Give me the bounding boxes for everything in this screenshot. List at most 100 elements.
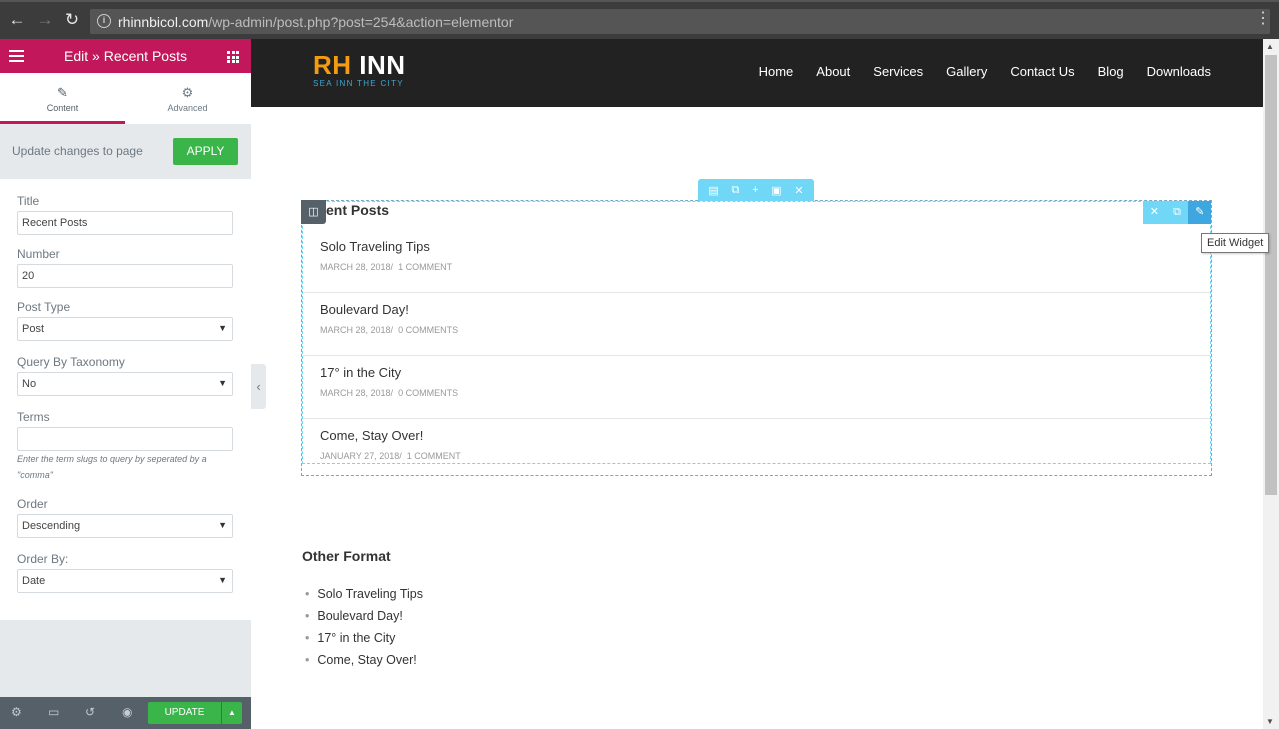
section-structure-icon[interactable]: ▤ — [708, 184, 718, 197]
order-select[interactable]: Descending — [17, 514, 233, 538]
number-input[interactable]: 20 — [17, 264, 233, 288]
gear-icon: ⚙ — [181, 85, 194, 100]
post-meta: January 27, 2018/ 1 Comment — [320, 451, 461, 461]
post-date: March 28, 2018 — [320, 388, 391, 398]
apply-button[interactable]: APPLY — [173, 138, 238, 165]
logo-inn: INN — [359, 50, 406, 80]
widget-remove-icon[interactable]: ✕ — [1143, 201, 1166, 224]
elementor-panel: Edit » Recent Posts ✎ Content ⚙ Advanced… — [0, 39, 251, 729]
responsive-desktop-icon[interactable]: ▭ — [48, 705, 59, 719]
panel-header: Edit » Recent Posts — [0, 39, 251, 73]
widget-edit-pencil-icon[interactable]: ✎ — [1188, 201, 1212, 224]
settings-gear-icon[interactable]: ⚙ — [11, 705, 22, 719]
list-item: 17° in the City March 28, 2018/ 0 Commen… — [303, 356, 1210, 419]
browser-menu-icon[interactable]: ⋮ — [1255, 11, 1271, 27]
site-logo[interactable]: RH INN SEA INN THE CITY — [313, 51, 406, 88]
browser-toolbar: ← → ↻ i rhinnbicol.com/wp-admin/post.php… — [0, 0, 1279, 39]
post-comments-link[interactable]: 1 Comment — [398, 262, 452, 272]
taxonomy-label: Query By Taxonomy — [17, 355, 125, 369]
post-comments-link[interactable]: 1 Comment — [407, 451, 461, 461]
post-title-link[interactable]: Solo Traveling Tips — [320, 239, 430, 254]
section-close-icon[interactable]: ✕ — [794, 184, 803, 197]
url-path: /wp-admin/post.php?post=254&action=eleme… — [208, 14, 514, 30]
nav-home[interactable]: Home — [759, 64, 794, 79]
post-type-value: Post — [22, 323, 45, 335]
widget-heading: ent Posts — [326, 202, 390, 218]
update-button[interactable]: UPDATE — [148, 702, 221, 724]
url-text[interactable]: rhinnbicol.com/wp-admin/post.php?post=25… — [118, 14, 513, 30]
preview-eye-icon[interactable]: ◉ — [122, 705, 132, 719]
forward-arrow-icon[interactable]: → — [36, 11, 54, 29]
panel-tabs: ✎ Content ⚙ Advanced — [0, 73, 251, 124]
panel-footer: ⚙ ▭ ↺ ◉ UPDATE ▲ — [0, 697, 251, 729]
panel-title: Edit » Recent Posts — [64, 48, 187, 64]
order-by-label: Order By: — [17, 552, 69, 566]
collapse-panel-chevron-icon[interactable]: ‹ — [251, 364, 266, 409]
order-by-value: Date — [22, 575, 46, 587]
site-nav: Home About Services Gallery Contact Us B… — [759, 64, 1211, 79]
reload-icon[interactable]: ↻ — [63, 11, 81, 29]
other-format-item[interactable]: 17° in the City — [305, 630, 423, 652]
tab-advanced-label: Advanced — [167, 103, 208, 113]
logo-tagline: SEA INN THE CITY — [313, 79, 404, 88]
list-item: Boulevard Day! March 28, 2018/ 0 Comment… — [303, 293, 1210, 356]
order-value: Descending — [22, 520, 81, 532]
nav-contact-us[interactable]: Contact Us — [1010, 64, 1074, 79]
terms-label: Terms — [17, 410, 50, 424]
terms-help-text: Enter the term slugs to query by seperat… — [17, 454, 207, 480]
section-duplicate-icon[interactable]: ⧉ — [732, 184, 740, 197]
other-format-item[interactable]: Boulevard Day! — [305, 608, 423, 630]
back-arrow-icon[interactable]: ← — [8, 11, 26, 29]
apply-row: Update changes to page APPLY — [0, 124, 251, 179]
scroll-down-icon[interactable]: ▼ — [1266, 717, 1274, 726]
widgets-grid-icon[interactable] — [227, 51, 239, 63]
address-bar[interactable]: i rhinnbicol.com/wp-admin/post.php?post=… — [90, 9, 1270, 34]
post-title-link[interactable]: Boulevard Day! — [320, 302, 409, 317]
post-comments-link[interactable]: 0 Comments — [398, 388, 458, 398]
list-item: Solo Traveling Tips March 28, 2018/ 1 Co… — [303, 230, 1210, 293]
history-icon[interactable]: ↺ — [85, 705, 95, 719]
taxonomy-select[interactable]: No — [17, 372, 233, 396]
info-icon[interactable]: i — [97, 14, 111, 28]
post-comments-link[interactable]: 0 Comments — [398, 325, 458, 335]
post-date: March 28, 2018 — [320, 325, 391, 335]
title-label: Title — [17, 194, 40, 208]
post-type-select[interactable]: Post — [17, 317, 233, 341]
other-format-item[interactable]: Come, Stay Over! — [305, 652, 423, 674]
nav-blog[interactable]: Blog — [1098, 64, 1124, 79]
scroll-up-icon[interactable]: ▲ — [1266, 42, 1274, 51]
terms-input[interactable] — [17, 427, 233, 451]
number-label: Number — [17, 247, 60, 261]
post-date: January 27, 2018 — [320, 451, 400, 461]
section-toolbar: ▤ ⧉ + ▣ ✕ — [698, 179, 814, 201]
pencil-icon: ✎ — [57, 85, 68, 100]
other-format-list: Solo Traveling Tips Boulevard Day! 17° i… — [305, 586, 423, 674]
other-format-item[interactable]: Solo Traveling Tips — [305, 586, 423, 608]
tab-advanced[interactable]: ⚙ Advanced — [125, 73, 250, 124]
widget-toolbar: ✕ ⧉ ✎ — [1143, 201, 1212, 224]
site-header: RH INN SEA INN THE CITY Home About Servi… — [251, 39, 1263, 107]
post-title-link[interactable]: 17° in the City — [320, 365, 401, 380]
section-save-icon[interactable]: ▣ — [771, 184, 781, 197]
nav-about[interactable]: About — [816, 64, 850, 79]
nav-downloads[interactable]: Downloads — [1147, 64, 1211, 79]
panel-controls: Title Recent Posts Number 20 Post Type P… — [0, 179, 251, 620]
post-title-link[interactable]: Come, Stay Over! — [320, 428, 423, 443]
update-options-caret-icon[interactable]: ▲ — [222, 702, 242, 724]
url-host: rhinnbicol.com — [118, 14, 209, 30]
title-input[interactable]: Recent Posts — [17, 211, 233, 235]
section-add-icon[interactable]: + — [752, 184, 758, 196]
order-by-select[interactable]: Date — [17, 569, 233, 593]
widget-duplicate-icon[interactable]: ⧉ — [1166, 201, 1189, 224]
post-meta: March 28, 2018/ 0 Comments — [320, 325, 459, 335]
column-handle-icon[interactable]: ◫ — [301, 200, 326, 224]
tab-content[interactable]: ✎ Content — [0, 73, 125, 124]
tab-content-label: Content — [46, 103, 79, 113]
nav-gallery[interactable]: Gallery — [946, 64, 987, 79]
page-scrollbar[interactable]: ▲ ▼ — [1263, 39, 1279, 729]
edit-widget-tooltip: Edit Widget — [1201, 233, 1270, 253]
list-item: Come, Stay Over! January 27, 2018/ 1 Com… — [303, 419, 1210, 463]
post-date: March 28, 2018 — [320, 262, 391, 272]
scroll-thumb[interactable] — [1265, 55, 1277, 495]
nav-services[interactable]: Services — [873, 64, 923, 79]
